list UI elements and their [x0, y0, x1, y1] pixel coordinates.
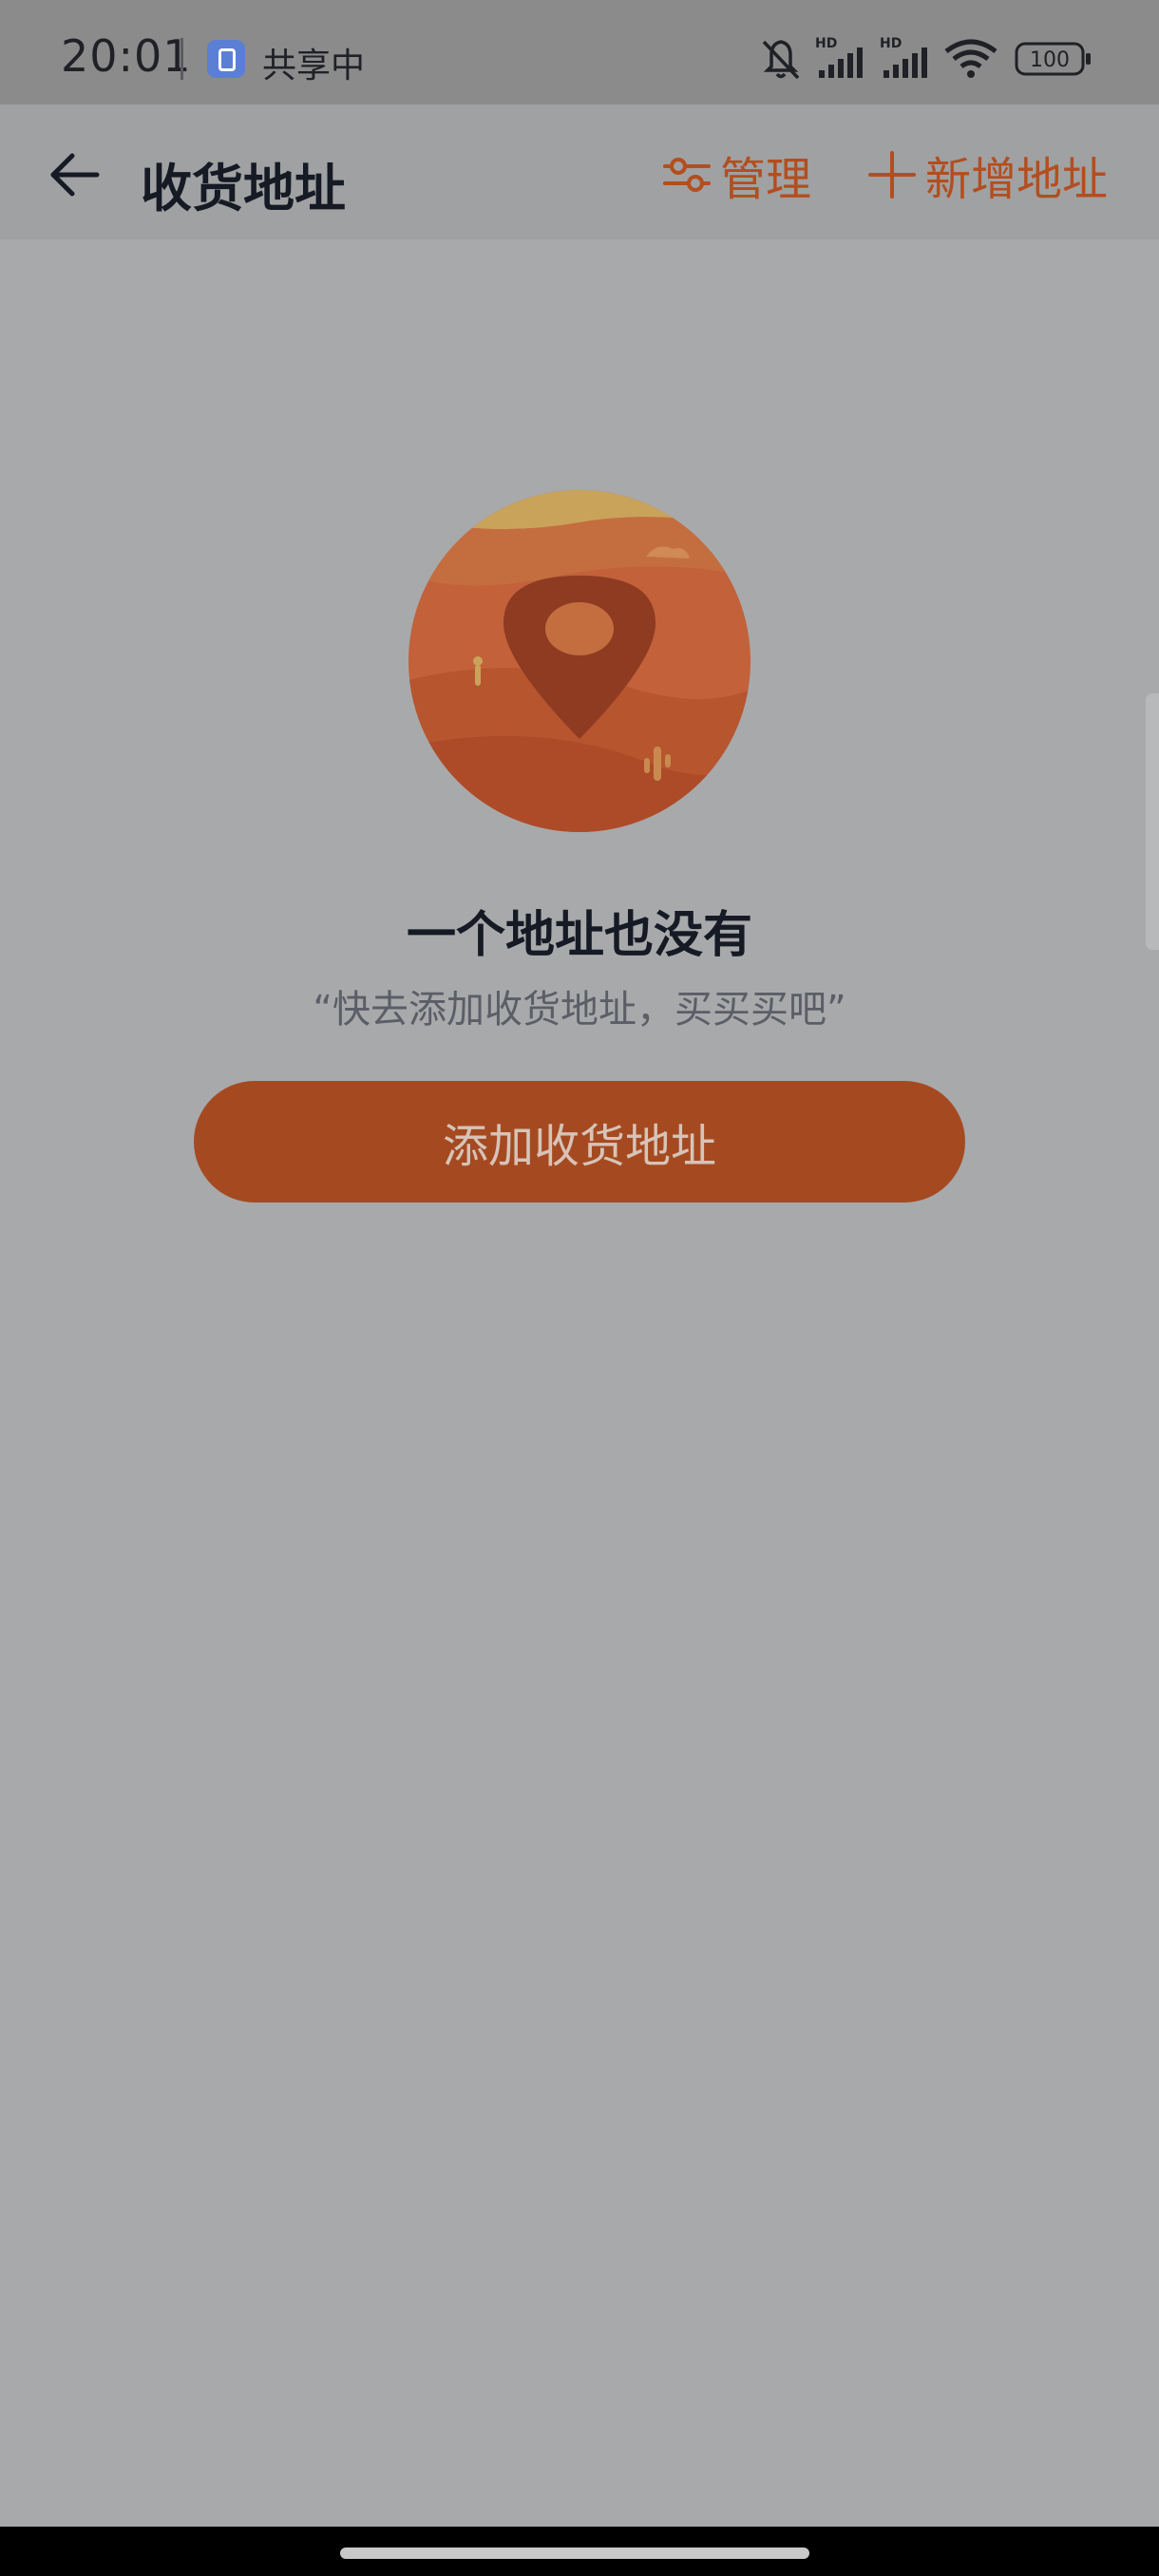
battery-icon: 100 — [1015, 42, 1091, 76]
empty-state-subtitle: “快去添加收货地址，买买买吧” — [313, 988, 846, 1032]
wifi-icon — [944, 39, 998, 78]
status-divider — [180, 38, 183, 80]
page-title: 收货地址 — [141, 159, 346, 218]
bell-muted-icon — [762, 40, 800, 80]
share-screen-icon — [207, 40, 245, 78]
signal-icon: HD — [815, 36, 863, 78]
status-icons: HD HD 100 — [760, 34, 1102, 84]
status-time: 20:01 — [61, 30, 192, 82]
plus-icon — [868, 151, 916, 199]
manage-label: 管理 — [720, 153, 812, 206]
signal-icon: HD — [880, 36, 927, 78]
add-address-header-button[interactable]: 新增地址 — [868, 146, 1108, 206]
back-button[interactable] — [38, 139, 110, 211]
home-indicator[interactable] — [340, 2548, 809, 2559]
header: 收货地址 管理 新增地址 — [0, 104, 1159, 239]
edge-handle[interactable] — [1146, 693, 1159, 950]
sliders-icon — [663, 158, 711, 192]
share-status-text: 共享中 — [262, 47, 366, 85]
hd-label: HD — [815, 36, 837, 51]
manage-button[interactable]: 管理 — [663, 146, 811, 206]
battery-level: 100 — [1030, 48, 1070, 72]
add-address-label: 新增地址 — [925, 153, 1109, 206]
hd-label: HD — [880, 36, 902, 51]
status-bar: 20:01 共享中 HD HD 100 — [0, 0, 1159, 104]
add-address-button[interactable]: 添加收货地址 — [194, 1081, 965, 1203]
empty-state-title: 一个地址也没有 — [406, 907, 752, 964]
location-pin-desert-illustration — [408, 490, 750, 832]
back-arrow-icon — [50, 153, 100, 197]
